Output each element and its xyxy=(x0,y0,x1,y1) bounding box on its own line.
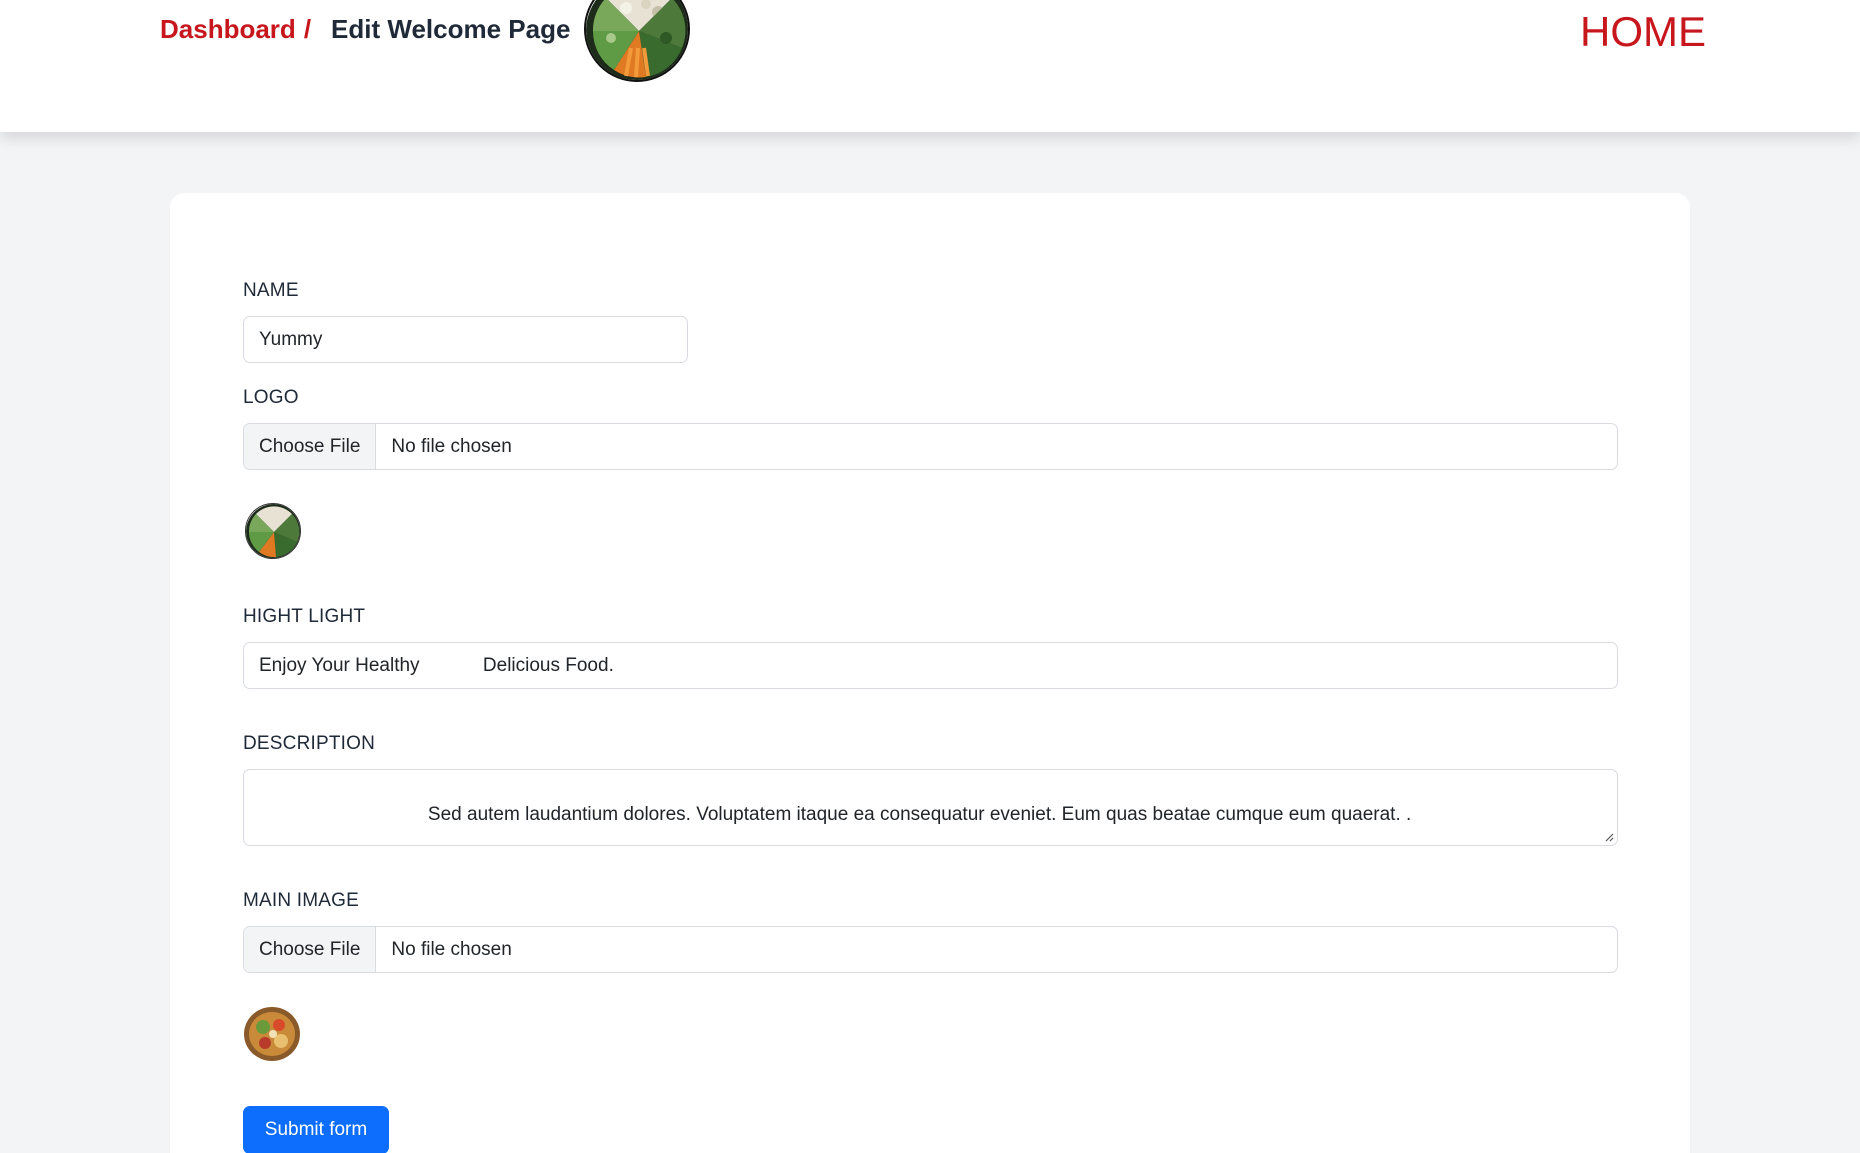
home-link[interactable]: HOME xyxy=(1580,8,1706,56)
logo-file-input[interactable]: Choose File No file chosen xyxy=(243,423,1618,470)
main-image-label: MAIN IMAGE xyxy=(243,890,360,911)
page-title: Edit Welcome Page xyxy=(331,14,571,44)
main-image-file-status: No file chosen xyxy=(391,938,512,960)
breadcrumb-separator: / xyxy=(303,14,312,44)
description-textarea[interactable]: Sed autem laudantium dolores. Voluptatem… xyxy=(243,769,1618,846)
logo-preview-thumbnail-icon xyxy=(245,503,301,559)
description-label: DESCRIPTION xyxy=(243,733,376,754)
name-input[interactable]: Yummy xyxy=(243,316,688,363)
main-image-file-input[interactable]: Choose File No file chosen xyxy=(243,926,1618,973)
top-navbar: Dashboard / Edit Welcome Page HOME xyxy=(0,0,1860,132)
logo-choose-file-button[interactable]: Choose File xyxy=(244,424,377,469)
main-image-choose-file-button[interactable]: Choose File xyxy=(244,927,377,972)
resize-handle-icon[interactable] xyxy=(1604,832,1614,842)
main-image-preview-thumbnail-icon xyxy=(243,1005,303,1063)
edit-form-card: NAME Yummy LOGO Choose File No file chos… xyxy=(170,193,1690,1153)
highlight-label: HIGHT LIGHT xyxy=(243,606,366,627)
submit-form-button[interactable]: Submit form xyxy=(243,1106,389,1153)
logo-file-status: No file chosen xyxy=(391,435,512,457)
breadcrumb-dashboard-link[interactable]: Dashboard xyxy=(160,14,296,45)
breadcrumb: Dashboard / Edit Welcome Page xyxy=(160,14,570,45)
name-label: NAME xyxy=(243,280,299,301)
logo-label: LOGO xyxy=(243,387,299,408)
food-bowl-logo-icon xyxy=(584,0,690,82)
highlight-input[interactable]: Enjoy Your Healthy Delicious Food. xyxy=(243,642,1618,689)
description-text: Sed autem laudantium dolores. Voluptatem… xyxy=(280,804,1412,825)
